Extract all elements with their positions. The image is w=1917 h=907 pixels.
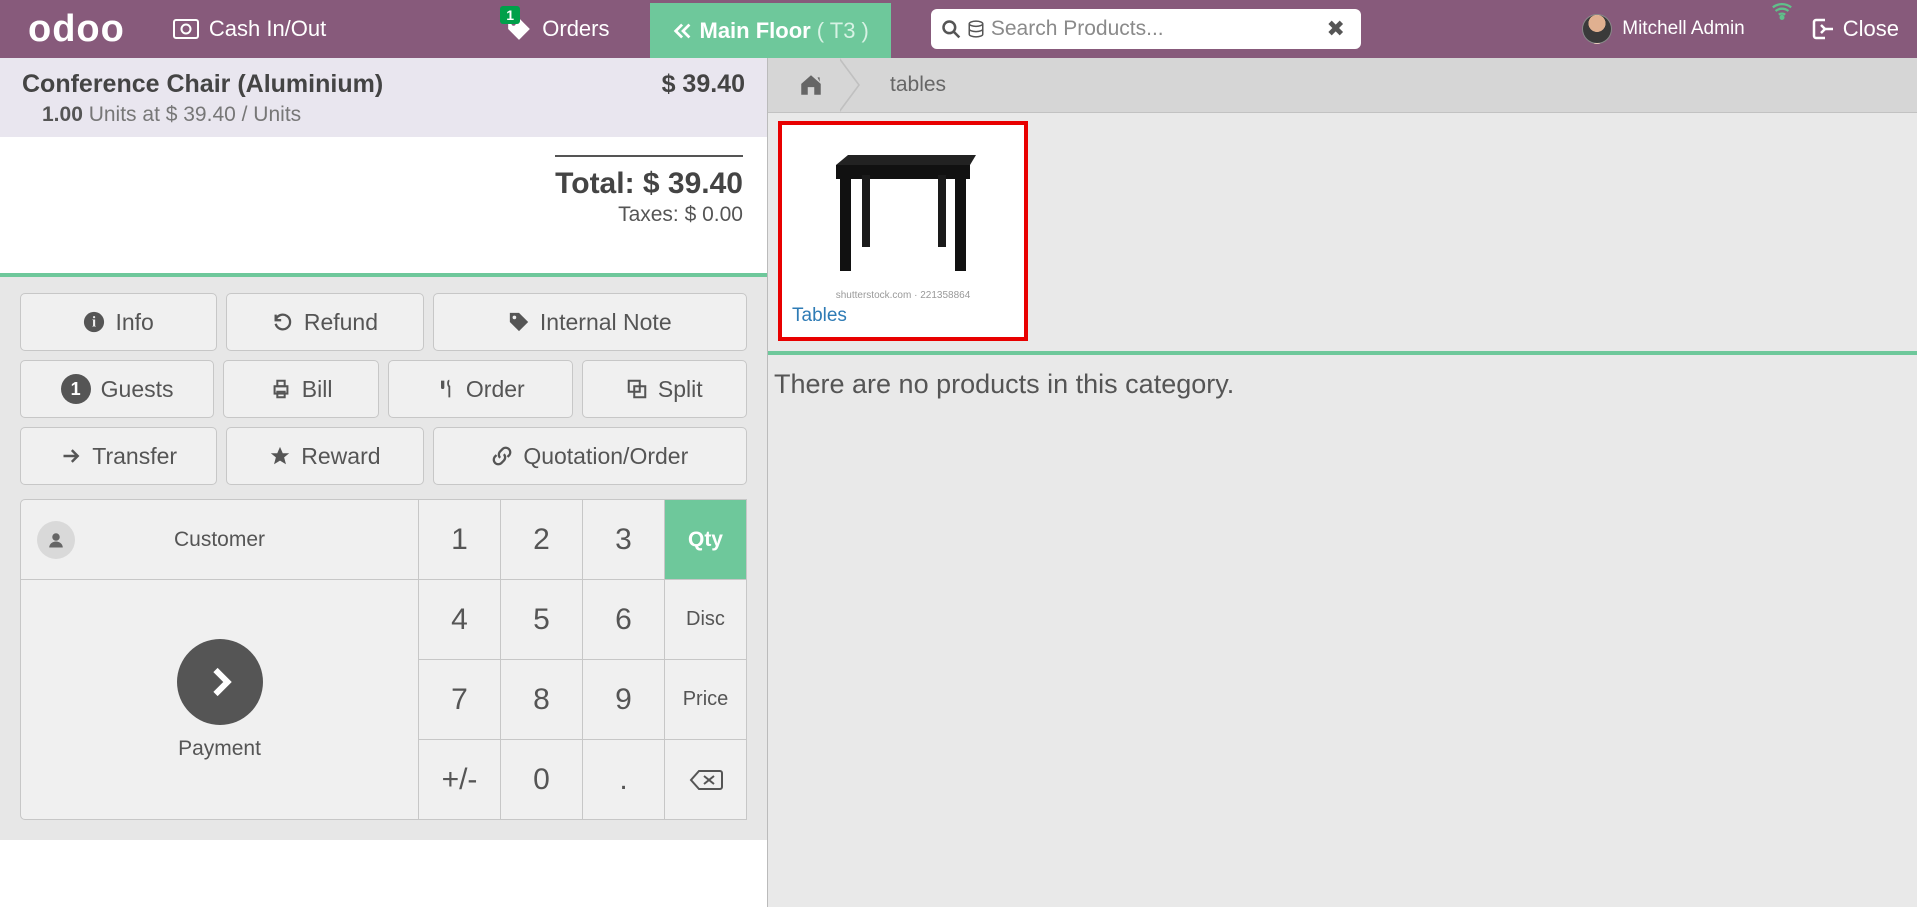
floor-label: Main Floor [700, 18, 811, 44]
print-icon [270, 378, 292, 400]
odoo-logo: odoo [0, 0, 153, 58]
customer-button[interactable]: Customer [21, 500, 418, 580]
split-button[interactable]: Split [582, 360, 747, 418]
category-label: Tables [792, 305, 1014, 327]
undo-icon [272, 311, 294, 333]
numpad-6[interactable]: 6 [583, 580, 665, 660]
floor-table: ( T3 ) [817, 18, 869, 44]
topbar: odoo Cash In/Out 1 Orders Main Floor ( T… [0, 0, 1917, 58]
order-summary: Total: $ 39.40 Taxes: $ 0.00 [0, 137, 767, 237]
breadcrumb: tables [768, 58, 1917, 113]
numpad-backspace[interactable] [665, 740, 747, 820]
order-lines: Conference Chair (Aluminium) $ 39.40 1.0… [0, 58, 767, 137]
search-input[interactable] [991, 17, 1315, 41]
copy-icon [626, 378, 648, 400]
line-price: $ 39.40 [662, 70, 745, 99]
main-floor-button[interactable]: Main Floor ( T3 ) [650, 3, 891, 58]
breadcrumb-home[interactable] [788, 62, 834, 108]
breadcrumb-sep [840, 58, 866, 113]
star-icon [269, 445, 291, 467]
search-clear-button[interactable]: ✖ [1320, 16, 1350, 42]
svg-text:i: i [92, 315, 96, 331]
numpad-0[interactable]: 0 [501, 740, 583, 820]
category-image [792, 135, 1014, 290]
numpad-plusminus[interactable]: +/- [419, 740, 501, 820]
numpad-price[interactable]: Price [665, 660, 747, 740]
chevrons-left-icon [672, 20, 694, 42]
arrow-right-icon [60, 446, 82, 466]
line-qty-detail: Units at $ 39.40 / Units [83, 103, 301, 126]
empty-category-message: There are no products in this category. [768, 355, 1917, 414]
line-qty: 1.00 [42, 103, 83, 126]
numpad: 1 2 3 Qty 4 5 6 Disc 7 8 9 Price +/- 0 . [418, 499, 747, 820]
database-icon [967, 19, 985, 39]
info-button[interactable]: i Info [20, 293, 217, 351]
product-panel: tables shutterstock.com · 221358864 Tabl… [768, 58, 1917, 907]
numpad-2[interactable]: 2 [501, 500, 583, 580]
order-line[interactable]: Conference Chair (Aluminium) $ 39.40 1.0… [0, 58, 767, 137]
numpad-1[interactable]: 1 [419, 500, 501, 580]
search-box[interactable]: ✖ [931, 9, 1361, 49]
user-icon [37, 521, 75, 559]
numpad-qty[interactable]: Qty [665, 500, 747, 580]
sign-out-icon [1811, 17, 1835, 41]
numpad-9[interactable]: 9 [583, 660, 665, 740]
numpad-8[interactable]: 8 [501, 660, 583, 740]
user-menu[interactable]: Mitchell Admin [1566, 0, 1761, 58]
payment-button[interactable]: Payment [21, 580, 418, 819]
tag-icon [508, 311, 530, 333]
reward-button[interactable]: Reward [226, 427, 423, 485]
close-icon: ✖ [1326, 16, 1344, 42]
cutlery-icon [436, 378, 456, 400]
orders-badge: 1 [500, 6, 520, 24]
orders-label: Orders [542, 16, 609, 42]
breadcrumb-current[interactable]: tables [872, 73, 964, 97]
order-button[interactable]: Order [388, 360, 573, 418]
numpad-5[interactable]: 5 [501, 580, 583, 660]
info-icon: i [83, 311, 105, 333]
backspace-icon [689, 768, 723, 792]
cash-in-out-button[interactable]: Cash In/Out [153, 0, 346, 58]
internal-note-button[interactable]: Internal Note [433, 293, 747, 351]
main: Conference Chair (Aluminium) $ 39.40 1.0… [0, 58, 1917, 907]
category-card-tables[interactable]: shutterstock.com · 221358864 Tables [778, 121, 1028, 341]
chevron-right-icon [177, 639, 263, 725]
numpad-disc[interactable]: Disc [665, 580, 747, 660]
wifi-status [1761, 0, 1803, 58]
home-icon [797, 72, 825, 98]
control-pad: i Info Refund Internal Note 1 [0, 277, 767, 840]
category-caption: shutterstock.com · 221358864 [792, 290, 1014, 301]
order-total: Total: $ 39.40 [555, 167, 743, 201]
quotation-button[interactable]: Quotation/Order [433, 427, 747, 485]
category-list: shutterstock.com · 221358864 Tables [768, 113, 1917, 351]
numpad-dot[interactable]: . [583, 740, 665, 820]
guests-count: 1 [61, 374, 91, 404]
numpad-4[interactable]: 4 [419, 580, 501, 660]
close-label: Close [1843, 16, 1899, 42]
bill-button[interactable]: Bill [223, 360, 379, 418]
cash-label: Cash In/Out [209, 16, 326, 42]
order-taxes: Taxes: $ 0.00 [555, 203, 743, 227]
transfer-button[interactable]: Transfer [20, 427, 217, 485]
orders-button[interactable]: 1 Orders [486, 0, 629, 58]
avatar [1582, 14, 1612, 44]
guests-button[interactable]: 1 Guests [20, 360, 214, 418]
user-name: Mitchell Admin [1622, 18, 1745, 40]
line-product-name: Conference Chair (Aluminium) [22, 70, 383, 99]
refund-button[interactable]: Refund [226, 293, 423, 351]
order-panel: Conference Chair (Aluminium) $ 39.40 1.0… [0, 58, 768, 907]
search-icon [941, 19, 961, 39]
close-button[interactable]: Close [1803, 0, 1917, 58]
numpad-3[interactable]: 3 [583, 500, 665, 580]
link-icon [491, 445, 513, 467]
numpad-7[interactable]: 7 [419, 660, 501, 740]
search-wrap: ✖ [931, 10, 1361, 48]
cash-icon [173, 19, 199, 39]
